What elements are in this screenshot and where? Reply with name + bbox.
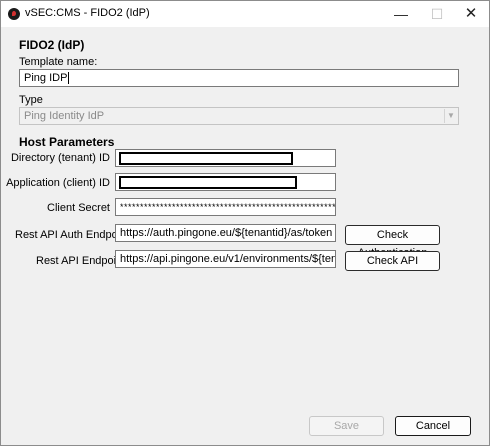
maximize-button: ☐ (430, 6, 444, 22)
template-name-input[interactable]: Ping IDP (19, 69, 459, 87)
template-name-value: Ping IDP (24, 72, 68, 84)
chevron-down-icon: ▼ (444, 109, 457, 123)
api-endpoint-input[interactable]: https://api.pingone.eu/v1/environments/$… (115, 250, 336, 268)
text-caret (68, 72, 70, 85)
redaction-box (119, 152, 293, 165)
directory-id-input[interactable] (115, 149, 336, 167)
window-title: vSEC:CMS - FIDO2 (IdP) (25, 7, 150, 19)
application-id-input[interactable] (115, 173, 336, 191)
template-name-label: Template name: (19, 56, 98, 68)
api-endpoint-label: Rest API Endpoint (36, 255, 126, 267)
type-select: Ping Identity IdP ▼ (19, 107, 459, 125)
dialog-content: FIDO2 (IdP) Template name: Ping IDP Type… (1, 28, 489, 445)
type-label: Type (19, 94, 43, 106)
client-secret-label: Client Secret (47, 202, 110, 214)
auth-endpoint-input[interactable]: https://auth.pingone.eu/${tenantid}/as/t… (115, 224, 336, 242)
client-secret-input[interactable]: ****************************************… (115, 198, 336, 216)
directory-id-label: Directory (tenant) ID (10, 152, 110, 164)
host-parameters-heading: Host Parameters (19, 135, 115, 149)
save-button: Save (309, 416, 384, 436)
redaction-box (119, 176, 297, 189)
check-api-button[interactable]: Check API (345, 251, 440, 271)
app-logo-icon (8, 8, 20, 20)
form-heading: FIDO2 (IdP) (19, 38, 85, 52)
minimize-button[interactable]: — (383, 1, 419, 27)
dialog-window: vSEC:CMS - FIDO2 (IdP) — ☐ ✕ FIDO2 (IdP)… (0, 0, 490, 446)
application-id-label: Application (client) ID (6, 177, 110, 189)
auth-endpoint-label: Rest API Auth Endpoint (15, 229, 130, 241)
check-authentication-button[interactable]: Check Authentication (345, 225, 440, 259)
title-bar: vSEC:CMS - FIDO2 (IdP) — ☐ ✕ (1, 1, 489, 27)
type-value: Ping Identity IdP (24, 110, 105, 122)
cancel-button[interactable]: Cancel (395, 416, 471, 436)
close-button[interactable]: ✕ (453, 1, 489, 27)
